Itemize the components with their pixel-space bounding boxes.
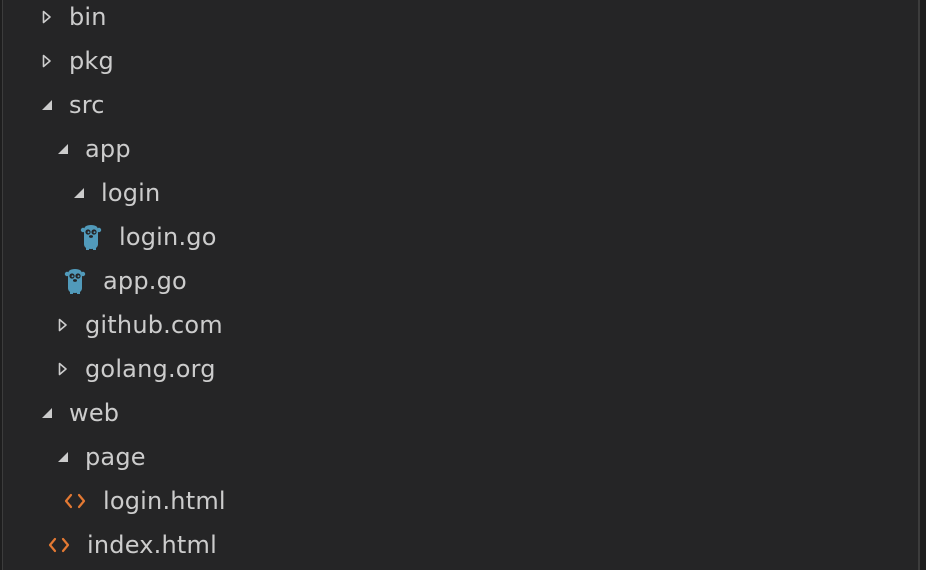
tree-item-bin[interactable]: bin: [3, 0, 918, 39]
tree-item-src[interactable]: src: [3, 83, 918, 127]
chevron-right-icon[interactable]: [37, 39, 57, 83]
tree-item-label: pkg: [69, 47, 114, 75]
tree-item-login-folder[interactable]: login: [3, 171, 918, 215]
tree-item-label: web: [69, 399, 120, 427]
tree-item-pkg[interactable]: pkg: [3, 39, 918, 83]
go-gopher-icon: [63, 259, 87, 303]
tree-item-label: bin: [69, 3, 107, 31]
chevron-right-icon[interactable]: [53, 303, 73, 347]
html-code-icon: [47, 523, 71, 567]
tree-item-app-go[interactable]: app.go: [3, 259, 918, 303]
tree-item-login-html[interactable]: login.html: [3, 479, 918, 523]
tree-item-github-com[interactable]: github.com: [3, 303, 918, 347]
go-gopher-icon: [79, 215, 103, 259]
tree-item-login-go[interactable]: login.go: [3, 215, 918, 259]
tree-item-golang-org[interactable]: golang.org: [3, 347, 918, 391]
tree-item-label: app.go: [103, 267, 187, 295]
tree-item-label: login.html: [103, 487, 226, 515]
tree-item-label: github.com: [85, 311, 223, 339]
chevron-down-icon[interactable]: [53, 127, 73, 171]
chevron-down-icon[interactable]: [53, 435, 73, 479]
html-code-icon: [63, 479, 87, 523]
tree-item-label: app: [85, 135, 131, 163]
chevron-down-icon[interactable]: [37, 391, 57, 435]
tree-item-app[interactable]: app: [3, 127, 918, 171]
tree-item-label: golang.org: [85, 355, 216, 383]
tree-item-index-html[interactable]: index.html: [3, 523, 918, 567]
chevron-right-icon[interactable]: [53, 347, 73, 391]
tree-item-label: login.go: [119, 223, 217, 251]
tree-item-label: index.html: [87, 531, 217, 559]
tree-item-label: src: [69, 91, 105, 119]
tree-item-page[interactable]: page: [3, 435, 918, 479]
chevron-right-icon[interactable]: [37, 0, 57, 39]
tree-item-label: page: [85, 443, 146, 471]
chevron-down-icon[interactable]: [69, 171, 89, 215]
file-explorer-tree: bin pkg src app login login.go app.go gi…: [2, 0, 920, 570]
tree-item-label: login: [101, 179, 161, 207]
chevron-down-icon[interactable]: [37, 83, 57, 127]
tree-item-web[interactable]: web: [3, 391, 918, 435]
